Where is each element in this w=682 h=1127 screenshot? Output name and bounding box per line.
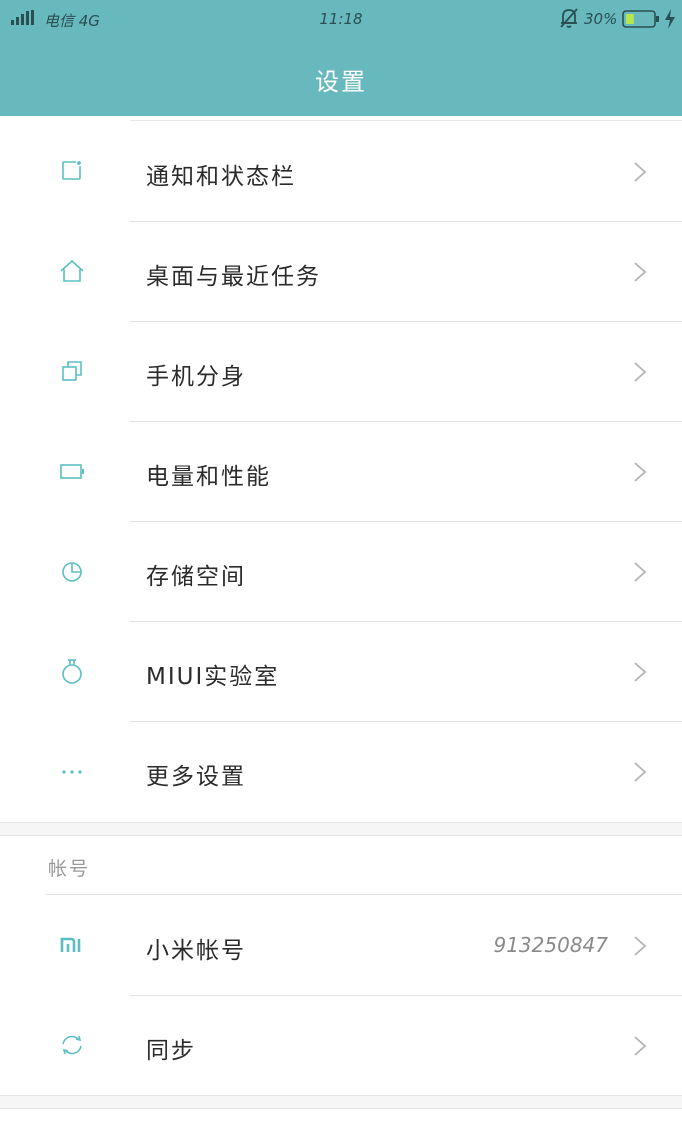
settings-item-label: 桌面与最近任务 — [146, 264, 321, 290]
sync-icon — [62, 1035, 82, 1055]
settings-item-battery[interactable]: 电量和性能 — [0, 421, 682, 521]
settings-item-label: 通知和状态栏 — [146, 164, 296, 190]
chevron-right-icon — [634, 762, 647, 782]
settings-item-sync[interactable]: 同步 — [0, 995, 682, 1095]
chevron-right-icon — [634, 562, 647, 582]
battery-percent: 30% — [584, 10, 618, 28]
chevron-right-icon — [634, 662, 647, 682]
settings-item-second-space[interactable]: 手机分身 — [0, 321, 682, 421]
settings-item-notifications[interactable]: 通知和状态栏 — [0, 121, 682, 221]
chevron-right-icon — [634, 362, 647, 382]
more-icon — [62, 770, 82, 774]
mute-bell-icon — [560, 8, 578, 28]
settings-item-label: 小米帐号 — [146, 938, 246, 964]
settings-item-desktop[interactable]: 桌面与最近任务 — [0, 221, 682, 321]
battery-level-icon — [622, 10, 659, 28]
pie-chart-icon — [62, 562, 82, 582]
chevron-right-icon — [634, 462, 647, 482]
section-header-account: 帐号 — [48, 858, 91, 880]
chevron-right-icon — [634, 262, 647, 282]
chevron-right-icon — [634, 936, 647, 956]
page-title: 设置 — [315, 68, 367, 96]
mi-logo-icon — [60, 937, 81, 952]
status-bar: 电信 4G 11:18 30% — [0, 0, 682, 38]
settings-item-storage[interactable]: 存储空间 — [0, 521, 682, 621]
flask-icon — [62, 659, 82, 684]
charging-icon — [665, 9, 675, 29]
status-time: 11:18 — [319, 10, 363, 28]
settings-item-label: 更多设置 — [146, 764, 246, 790]
chevron-right-icon — [634, 1036, 647, 1056]
clone-icon — [62, 361, 82, 381]
account-id-value: 913250847 — [493, 933, 608, 957]
notification-icon — [62, 159, 83, 180]
settings-item-label: 电量和性能 — [146, 464, 271, 490]
settings-item-miui-lab[interactable]: MIUI实验室 — [0, 621, 682, 721]
settings-item-label: MIUI实验室 — [146, 664, 280, 690]
settings-item-label: 手机分身 — [146, 364, 246, 390]
settings-item-label: 存储空间 — [146, 564, 246, 590]
section-gap — [0, 822, 682, 836]
settings-item-label: 同步 — [146, 1038, 196, 1064]
section-gap — [0, 1095, 682, 1109]
chevron-right-icon — [634, 162, 647, 182]
app-header: 电信 4G 11:18 30% 设置 — [0, 0, 682, 116]
battery-icon — [60, 464, 84, 479]
settings-item-more[interactable]: 更多设置 — [0, 721, 682, 821]
settings-item-mi-account[interactable]: 小米帐号 913250847 — [0, 895, 682, 995]
home-icon — [60, 259, 84, 282]
